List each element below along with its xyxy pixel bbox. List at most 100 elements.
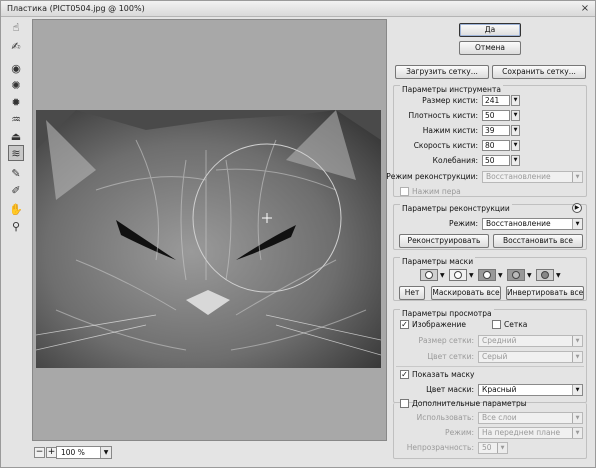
hand-icon: ✋ xyxy=(9,202,23,216)
add-to-selection-icon[interactable] xyxy=(449,269,467,281)
reconstruct-mode-label: Режим реконструкции: xyxy=(386,172,478,181)
brush-size-field[interactable]: 241 xyxy=(482,95,510,106)
backdrop-opacity-label: Непрозрачность: xyxy=(406,443,474,452)
preview-canvas[interactable] xyxy=(32,19,387,441)
subtract-from-selection-icon[interactable] xyxy=(478,269,496,281)
image-label: Изображение xyxy=(412,320,466,329)
expand-arrow-icon[interactable]: ▶ xyxy=(572,203,582,213)
chevron-down-icon: ▼ xyxy=(527,272,532,279)
brush-pressure-field[interactable]: 39 xyxy=(482,125,510,136)
backdrop-mode-select: На переднем плане ▼ xyxy=(478,427,583,439)
push-left-icon: ♒ xyxy=(11,112,21,126)
chevron-down-icon: ▼ xyxy=(572,172,582,182)
thaw-mask-tool[interactable]: ✐ xyxy=(8,182,24,198)
stylus-pressure-checkbox xyxy=(400,187,409,196)
turbulence-icon: ≋ xyxy=(11,146,21,160)
brush-size-dropdown[interactable]: ▼ xyxy=(511,95,520,106)
brush-pressure-label: Нажим кисти: xyxy=(422,126,478,135)
mesh-color-label: Цвет сетки: xyxy=(427,352,474,361)
reconstruct-mode-value: Восстановление xyxy=(486,172,551,181)
cat-photo xyxy=(36,110,381,368)
chevron-down-icon: ▼ xyxy=(572,336,582,346)
thaw-mask-icon: ✐ xyxy=(11,183,21,197)
zoom-out-button[interactable]: − xyxy=(34,447,45,458)
mesh-checkbox[interactable] xyxy=(492,320,501,329)
twirl-clockwise-tool[interactable]: ◉ xyxy=(8,60,24,76)
tool-strip: ☝ ✍ ◉ ✺ ✹ ♒ ⏏ ≋ ✎ ✐ ✋ ⚲ xyxy=(4,19,28,459)
mask-options-group: Параметры маски ▼ ▼ ▼ ▼ ▼ Нет Маскироват… xyxy=(393,257,587,301)
hand-tool[interactable]: ✋ xyxy=(8,201,24,217)
turbulent-jitter-dropdown[interactable]: ▼ xyxy=(511,155,520,166)
turbulence-tool[interactable]: ≋ xyxy=(8,145,24,161)
zoom-icon: ⚲ xyxy=(11,219,21,233)
close-icon[interactable]: × xyxy=(579,3,591,14)
invert-all-button[interactable]: Инвертировать все xyxy=(506,286,584,300)
backdrop-opacity-field: 50 ▼ xyxy=(478,442,508,454)
stylus-pressure-label: Нажим пера xyxy=(412,187,461,196)
pucker-tool[interactable]: ✺ xyxy=(8,77,24,93)
show-mask-checkbox[interactable]: ✓ xyxy=(400,370,409,379)
reconstruct-mode2-select[interactable]: Восстановление ▼ xyxy=(482,218,583,230)
chevron-down-icon: ▼ xyxy=(498,272,503,279)
brush-rate-field[interactable]: 80 xyxy=(482,140,510,151)
mask-options-title: Параметры маски xyxy=(400,257,476,266)
chevron-down-icon: ▼ xyxy=(556,272,561,279)
mesh-color-select: Серый ▼ xyxy=(478,351,583,363)
backdrop-label: Дополнительные параметры xyxy=(412,399,527,408)
mesh-size-label: Размер сетки: xyxy=(418,336,474,345)
brush-pressure-dropdown[interactable]: ▼ xyxy=(511,125,520,136)
zoom-select[interactable]: 100 % ▼ xyxy=(56,446,112,459)
zoom-tool[interactable]: ⚲ xyxy=(8,218,24,234)
brush-rate-dropdown[interactable]: ▼ xyxy=(511,140,520,151)
freeze-mask-tool[interactable]: ✎ xyxy=(8,165,24,181)
turbulent-jitter-field[interactable]: 50 xyxy=(482,155,510,166)
mask-mode-icons: ▼ ▼ ▼ ▼ ▼ xyxy=(420,269,570,282)
invert-selection-icon[interactable] xyxy=(536,269,554,281)
push-left-tool[interactable]: ♒ xyxy=(8,111,24,127)
bloat-tool[interactable]: ✹ xyxy=(8,94,24,110)
mask-color-value: Красный xyxy=(482,385,517,394)
reconstruct-tool[interactable]: ✍ xyxy=(8,38,24,54)
mask-color-label: Цвет маски: xyxy=(426,385,474,394)
save-mesh-button[interactable]: Сохранить сетку... xyxy=(492,65,586,79)
divider xyxy=(396,366,584,367)
brush-density-field[interactable]: 50 xyxy=(482,110,510,121)
chevron-down-icon: ▼ xyxy=(440,272,445,279)
mirror-tool[interactable]: ⏏ xyxy=(8,128,24,144)
load-mesh-button[interactable]: Загрузить сетку... xyxy=(395,65,489,79)
brush-density-label: Плотность кисти: xyxy=(408,111,478,120)
reconstruct-icon: ✍ xyxy=(11,39,21,53)
cat-face-image xyxy=(36,110,381,368)
intersect-selection-icon[interactable] xyxy=(507,269,525,281)
pucker-icon: ✺ xyxy=(11,78,21,92)
mask-all-button[interactable]: Маскировать все xyxy=(431,286,501,300)
brush-density-dropdown[interactable]: ▼ xyxy=(511,110,520,121)
tool-options-group: Параметры инструмента Размер кисти: 241 … xyxy=(386,85,587,197)
status-bar: − + 100 % ▼ xyxy=(32,445,387,460)
mask-none-button[interactable]: Нет xyxy=(399,286,425,300)
window-title: Пластика (PICT0504.jpg @ 100%) xyxy=(7,4,145,13)
backdrop-checkbox[interactable] xyxy=(400,399,409,408)
reconstruct-mode2-value: Восстановление xyxy=(486,219,551,228)
backdrop-use-select: Все слои ▼ xyxy=(478,412,583,424)
restore-all-button[interactable]: Восстановить все xyxy=(493,234,583,248)
cancel-button[interactable]: Отмена xyxy=(459,41,521,55)
brush-rate-label: Скорость кисти: xyxy=(413,141,478,150)
forward-warp-tool[interactable]: ☝ xyxy=(8,19,24,35)
ok-button[interactable]: Да xyxy=(459,23,521,37)
freeze-mask-icon: ✎ xyxy=(11,166,21,180)
mesh-size-select: Средний ▼ xyxy=(478,335,583,347)
bloat-icon: ✹ xyxy=(11,95,21,109)
replace-selection-icon[interactable] xyxy=(420,269,438,281)
turbulent-jitter-label: Колебания: xyxy=(432,156,478,165)
backdrop-use-value: Все слои xyxy=(482,413,517,422)
options-panel: Да Отмена Загрузить сетку... Сохранить с… xyxy=(386,19,594,463)
reconstruct-options-group: Параметры реконструкции ▶ Режим: Восстан… xyxy=(393,203,587,250)
mask-color-select[interactable]: Красный ▼ xyxy=(478,384,583,396)
show-mask-label: Показать маску xyxy=(412,370,475,379)
brush-size-label: Размер кисти: xyxy=(422,96,478,105)
reconstruct-button[interactable]: Реконструировать xyxy=(399,234,489,248)
tool-options-title: Параметры инструмента xyxy=(400,85,503,94)
image-checkbox[interactable]: ✓ xyxy=(400,320,409,329)
chevron-down-icon: ▼ xyxy=(497,443,507,453)
